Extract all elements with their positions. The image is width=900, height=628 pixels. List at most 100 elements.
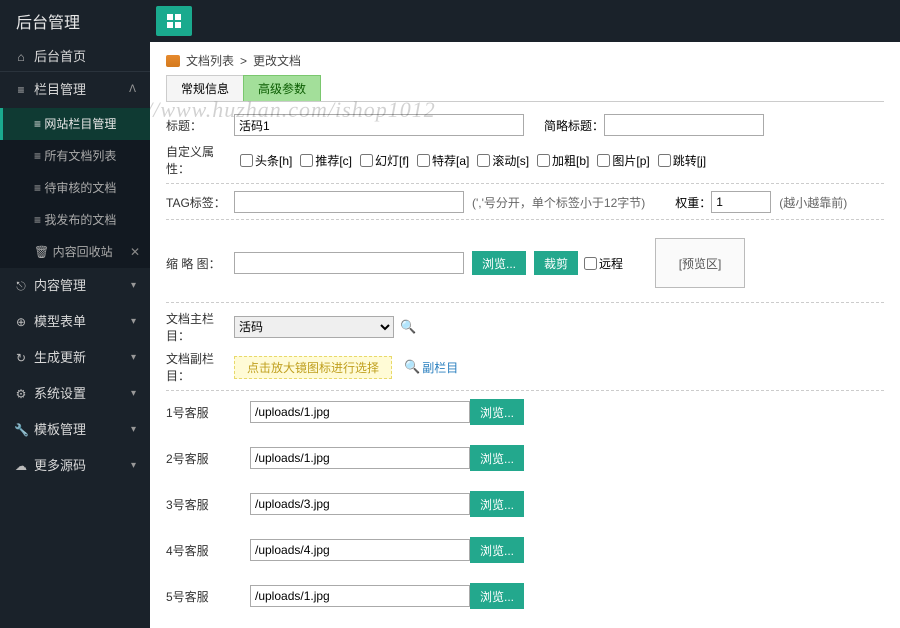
refresh-icon: ↻ — [14, 340, 28, 376]
attr-label: 加粗[b] — [552, 154, 589, 168]
main-panel: https://www.huzhan.com/ishop1012 文档列表 > … — [150, 42, 900, 628]
topbar: 后台管理 — [0, 0, 900, 42]
custom-attr-group: 头条[h]推荐[c]幻灯[f]特荐[a]滚动[s]加粗[b]图片[p]跳转[j] — [234, 152, 708, 169]
sidebar-system[interactable]: ⚙系统设置▾ — [0, 376, 150, 412]
kefu-row: 3号客服 浏览... — [166, 491, 884, 517]
sidebar-item-recycle[interactable]: 🗑 内容回收站✕ — [0, 236, 150, 268]
weight-label: 权重： — [675, 194, 711, 211]
thumb-preview-box: [预览区] — [655, 238, 745, 288]
sidebar-group-columns[interactable]: ≡栏目管理 ᐱ — [0, 72, 150, 108]
attr-checkbox[interactable] — [477, 154, 490, 167]
remote-label: 远程 — [599, 255, 623, 272]
sidebar-group-columns-label: 栏目管理 — [34, 72, 86, 108]
sidebar-home-label: 后台首页 — [34, 42, 86, 72]
gear-icon: ⚙ — [14, 376, 28, 412]
globe-icon: ⊕ — [14, 304, 28, 340]
chevron-down-icon: ▾ — [131, 448, 136, 484]
wrench-icon: 🔧 — [14, 412, 28, 448]
cloud-icon: ☁ — [14, 448, 28, 484]
kefu-browse-button[interactable]: 浏览... — [470, 399, 524, 425]
breadcrumb-doc-list[interactable]: 文档列表 — [186, 52, 234, 69]
sidebar-template[interactable]: 🔧模板管理▾ — [0, 412, 150, 448]
title-label: 标题： — [166, 117, 234, 134]
sidebar-item-all-docs[interactable]: ≡ 所有文档列表 — [0, 140, 150, 172]
main-col-select[interactable]: 活码 — [234, 316, 394, 338]
kefu-label: 2号客服 — [166, 450, 230, 467]
attr-checkbox[interactable] — [537, 154, 550, 167]
kefu-label: 1号客服 — [166, 404, 230, 421]
sidebar-more[interactable]: ☁更多源码▾ — [0, 448, 150, 484]
kefu-label: 5号客服 — [166, 588, 230, 605]
menu-toggle-button[interactable] — [156, 6, 192, 36]
sidebar-model[interactable]: ⊕模型表单▾ — [0, 304, 150, 340]
list-icon: ≡ — [14, 72, 28, 108]
magnifier-icon[interactable]: 🔍 — [400, 319, 416, 335]
kefu-browse-button[interactable]: 浏览... — [470, 491, 524, 517]
chevron-up-icon: ᐱ — [129, 72, 136, 108]
kefu-browse-button[interactable]: 浏览... — [470, 445, 524, 471]
attr-label: 头条[h] — [255, 154, 292, 168]
attr-checkbox[interactable] — [658, 154, 671, 167]
breadcrumb-edit-doc: 更改文档 — [253, 52, 301, 69]
sidebar-content[interactable]: ⎋内容管理▾ — [0, 268, 150, 304]
sidebar-home[interactable]: ⌂后台首页 — [0, 42, 150, 72]
kefu-label: 3号客服 — [166, 496, 230, 513]
main-col-label: 文档主栏目： — [166, 310, 234, 344]
kefu-input[interactable] — [250, 447, 470, 469]
kefu-row: 2号客服 浏览... — [166, 445, 884, 471]
kefu-input[interactable] — [250, 539, 470, 561]
breadcrumb: 文档列表 > 更改文档 — [166, 52, 884, 69]
attr-checkbox[interactable] — [360, 154, 373, 167]
magnifier-icon[interactable]: 🔍 — [404, 359, 420, 375]
attr-checkbox[interactable] — [417, 154, 430, 167]
tag-input[interactable] — [234, 191, 464, 213]
kefu-browse-button[interactable]: 浏览... — [470, 583, 524, 609]
kefu-row: 5号客服 浏览... — [166, 583, 884, 609]
attr-label: 幻灯[f] — [375, 154, 409, 168]
sub-col-link[interactable]: 副栏目 — [422, 359, 458, 376]
home-icon: ⌂ — [14, 42, 28, 72]
sidebar-item-pending-docs[interactable]: ≡ 待审核的文档 — [0, 172, 150, 204]
tab-advanced[interactable]: 高级参数 — [243, 75, 321, 101]
thumb-browse-button[interactable]: 浏览... — [472, 251, 526, 275]
thumb-input[interactable] — [234, 252, 464, 274]
kefu-browse-button[interactable]: 浏览... — [470, 537, 524, 563]
chevron-down-icon: ▾ — [131, 268, 136, 304]
attr-label: 滚动[s] — [492, 154, 529, 168]
kefu-input[interactable] — [250, 585, 470, 607]
kefu-input[interactable] — [250, 401, 470, 423]
kefu-row: 4号客服浏览... — [166, 537, 884, 563]
short-title-label: 简略标题： — [544, 117, 604, 134]
sidebar: ⌂后台首页 ≡栏目管理 ᐱ ≡ 网站栏目管理 ≡ 所有文档列表 ≡ 待审核的文档… — [0, 42, 150, 628]
short-title-input[interactable] — [604, 114, 764, 136]
app-title: 后台管理 — [0, 9, 150, 33]
close-icon[interactable]: ✕ — [130, 236, 140, 268]
tag-hint: (','号分开，单个标签小于12字节) — [472, 194, 645, 211]
chevron-down-icon: ▾ — [131, 304, 136, 340]
attr-label: 特荐[a] — [432, 154, 469, 168]
sidebar-item-my-docs[interactable]: ≡ 我发布的文档 — [0, 204, 150, 236]
sub-col-hint: 点击放大镜图标进行选择 — [234, 356, 392, 379]
tag-label: TAG标签： — [166, 194, 234, 211]
sidebar-generate[interactable]: ↻生成更新▾ — [0, 340, 150, 376]
chevron-down-icon: ▾ — [131, 412, 136, 448]
remote-checkbox[interactable] — [584, 257, 597, 270]
sub-col-label: 文档副栏目： — [166, 350, 234, 384]
attr-checkbox[interactable] — [597, 154, 610, 167]
attr-checkbox[interactable] — [300, 154, 313, 167]
chevron-down-icon: ▾ — [131, 376, 136, 412]
title-input[interactable] — [234, 114, 524, 136]
share-icon: ⎋ — [14, 268, 28, 304]
thumb-crop-button[interactable]: 裁剪 — [534, 251, 578, 275]
tab-general[interactable]: 常规信息 — [166, 75, 244, 101]
custom-attr-label: 自定义属性： — [166, 143, 234, 177]
attr-label: 图片[p] — [612, 154, 649, 168]
attr-checkbox[interactable] — [240, 154, 253, 167]
sidebar-item-site-columns[interactable]: ≡ 网站栏目管理 — [0, 108, 150, 140]
book-icon — [166, 55, 180, 67]
sidebar-submenu-columns: ≡ 网站栏目管理 ≡ 所有文档列表 ≡ 待审核的文档 ≡ 我发布的文档 🗑 内容… — [0, 108, 150, 268]
kefu-input[interactable] — [250, 493, 470, 515]
form-tabs: 常规信息 高级参数 — [166, 75, 884, 102]
grid-icon — [167, 14, 181, 28]
weight-input[interactable] — [711, 191, 771, 213]
